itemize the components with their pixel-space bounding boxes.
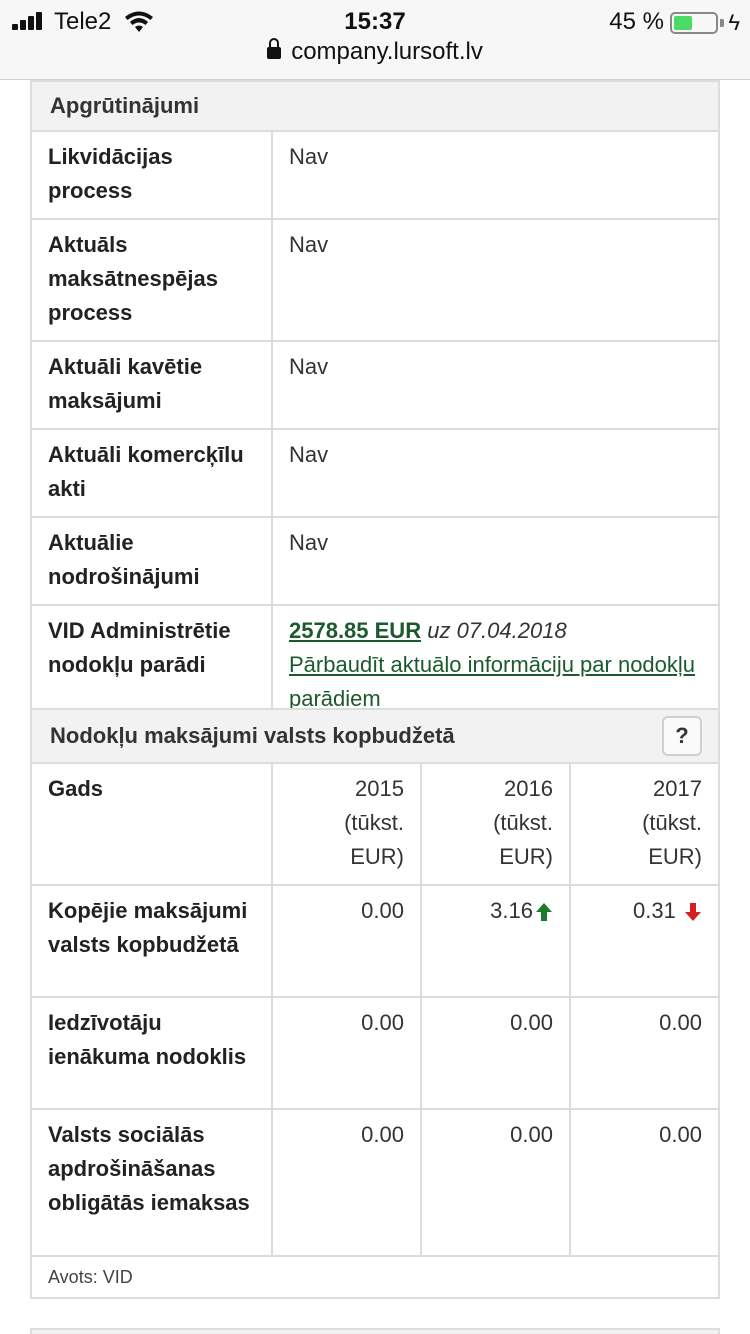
year-column-header: 2017 (tūkst. EUR) bbox=[569, 764, 718, 885]
charging-bolt-icon: ϟ bbox=[728, 10, 740, 35]
table-row: Aktuālie nodrošinājumi Nav bbox=[32, 516, 718, 605]
encumbrances-panel: Apgrūtinājumi Likvidācijas process Nav A… bbox=[30, 80, 720, 728]
source-note: Avots: VID bbox=[32, 1255, 718, 1297]
row-value: Nav bbox=[271, 428, 718, 517]
cell-value: 0.00 bbox=[569, 996, 718, 1109]
url-text: company.lursoft.lv bbox=[291, 38, 483, 65]
table-row: Aktuāls maksātnespējas process Nav bbox=[32, 218, 718, 341]
year-column-header: 2016 (tūkst. EUR) bbox=[420, 764, 570, 885]
table-row: Likvidācijas process Nav bbox=[32, 132, 718, 219]
row-value: Nav bbox=[271, 218, 718, 341]
battery-tip bbox=[720, 19, 724, 27]
lock-icon bbox=[267, 38, 282, 60]
table-header-row: Gads 2015 (tūkst. EUR) 2016 (tūkst. EUR)… bbox=[32, 764, 718, 885]
arrow-up-icon bbox=[536, 903, 552, 922]
tax-debt-amount-link[interactable]: 2578.85 EUR bbox=[289, 618, 421, 643]
check-tax-debt-link[interactable]: Pārbaudīt aktuālo informāciju par nodokļ… bbox=[289, 652, 695, 711]
row-label: Likvidācijas process bbox=[48, 144, 173, 203]
row-label: Aktuāli komercķīlu akti bbox=[32, 428, 272, 517]
year-header: Gads bbox=[48, 776, 104, 801]
table-row: Aktuāli komercķīlu akti Nav bbox=[32, 428, 718, 517]
address-bar[interactable]: company.lursoft.lv bbox=[0, 38, 750, 70]
cell-value: 0.00 bbox=[420, 1108, 570, 1255]
row-label: Aktuālie nodrošinājumi bbox=[32, 516, 272, 605]
table-row: Aktuāli kavētie maksājumi Nav bbox=[32, 340, 718, 429]
tax-debt-date: uz 07.04.2018 bbox=[427, 618, 567, 643]
battery-icon bbox=[670, 12, 718, 34]
tax-payments-header: Nodokļu maksājumi valsts kopbudžetā ? bbox=[32, 710, 718, 764]
cell-value: 0.00 bbox=[420, 996, 570, 1109]
row-label: Kopējie maksājumi valsts kopbudžetā bbox=[32, 884, 272, 997]
next-panel-edge bbox=[30, 1328, 720, 1334]
table-row: Valsts sociālās apdrošināšanas obligātās… bbox=[32, 1108, 718, 1255]
row-value: Nav bbox=[271, 516, 718, 605]
tax-payments-title: Nodokļu maksājumi valsts kopbudžetā bbox=[50, 723, 455, 748]
row-label: Aktuāli kavētie maksājumi bbox=[32, 340, 272, 429]
tax-payments-panel: Nodokļu maksājumi valsts kopbudžetā ? Ga… bbox=[30, 708, 720, 1299]
arrow-down-icon bbox=[685, 903, 701, 922]
table-row: Iedzīvotāju ienākuma nodoklis 0.00 0.00 … bbox=[32, 996, 718, 1109]
encumbrances-table: Likvidācijas process Nav Aktuāls maksātn… bbox=[32, 132, 718, 726]
tax-payments-table: Gads 2015 (tūkst. EUR) 2016 (tūkst. EUR)… bbox=[32, 764, 718, 1255]
row-label: Iedzīvotāju ienākuma nodoklis bbox=[32, 996, 272, 1109]
row-label: Aktuāls maksātnespējas process bbox=[32, 218, 272, 341]
year-column-header: 2015 (tūkst. EUR) bbox=[271, 764, 421, 885]
status-bar: Tele2 15:37 45 % ϟ company.lursoft.lv bbox=[0, 0, 750, 80]
row-value: Nav bbox=[271, 132, 718, 219]
row-label: Valsts sociālās apdrošināšanas obligātās… bbox=[32, 1108, 272, 1255]
cell-value: 0.00 bbox=[271, 884, 421, 997]
cell-value: 0.31 bbox=[569, 884, 718, 997]
cell-value: 0.00 bbox=[271, 996, 421, 1109]
table-row: Kopējie maksājumi valsts kopbudžetā 0.00… bbox=[32, 884, 718, 997]
cell-value: 0.00 bbox=[271, 1108, 421, 1255]
encumbrances-title: Apgrūtinājumi bbox=[32, 82, 718, 132]
help-button[interactable]: ? bbox=[662, 716, 702, 756]
cell-value: 0.00 bbox=[569, 1108, 718, 1255]
battery-percentage: 45 % bbox=[609, 8, 664, 35]
row-value: Nav bbox=[271, 340, 718, 429]
cell-value: 3.16 bbox=[420, 884, 570, 997]
